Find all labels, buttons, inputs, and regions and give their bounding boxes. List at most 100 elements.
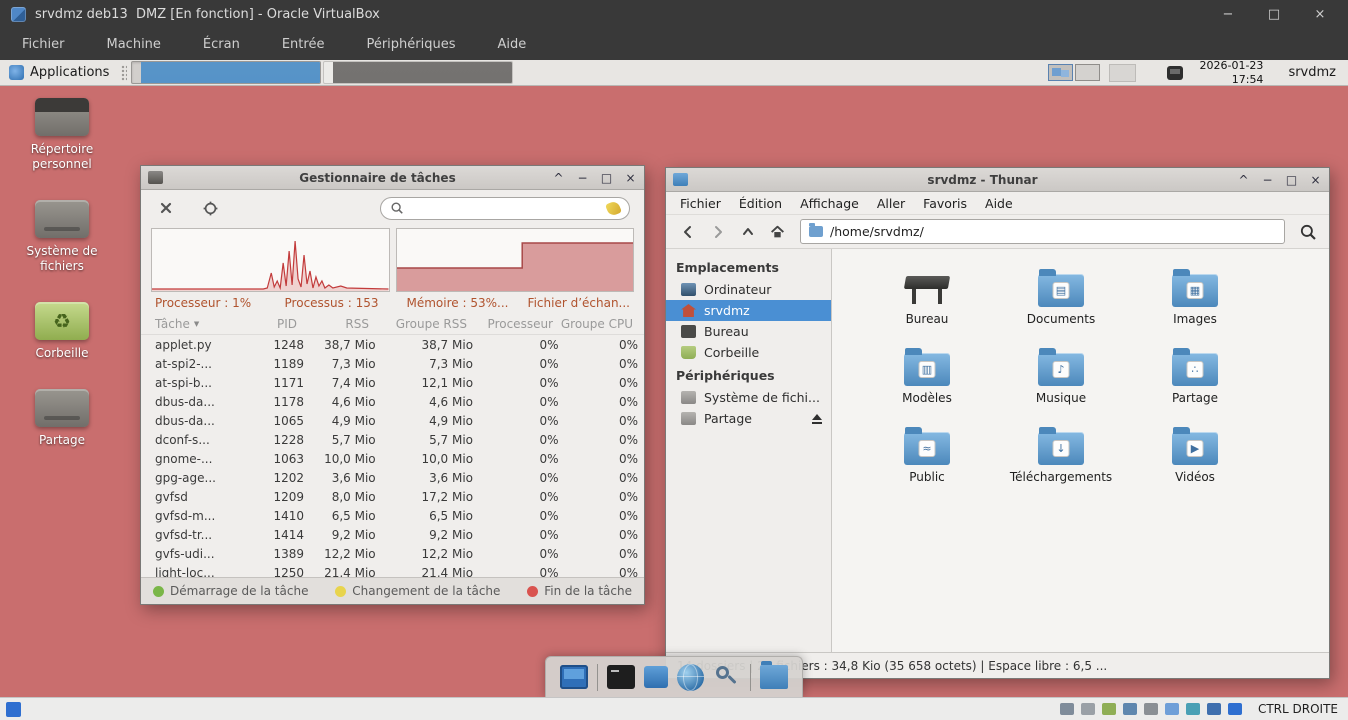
thunar-menu-item[interactable]: Affichage <box>792 194 867 213</box>
column-header[interactable]: Groupe RSS <box>369 317 467 331</box>
dock-separator[interactable] <box>750 664 751 691</box>
folder-item[interactable]: ∴ Partage <box>1128 340 1262 419</box>
sidebar-device-item[interactable]: Système de fichi... <box>666 387 831 408</box>
vbox-menu-item[interactable]: Écran <box>197 34 246 55</box>
vbox-menu-item[interactable]: Périphériques <box>360 34 461 55</box>
minimize-button[interactable]: − <box>1261 174 1274 186</box>
settings-icon[interactable] <box>644 666 668 688</box>
taskbar-window-button[interactable]: Gestionnaire de tâches <box>323 61 513 84</box>
vm-state-icon[interactable] <box>6 702 21 717</box>
column-header[interactable]: Groupe CPU <box>553 317 633 331</box>
applications-menu-button[interactable]: Applications <box>0 60 118 85</box>
search-input[interactable] <box>410 200 601 216</box>
thunar-titlebar[interactable]: srvdmz - Thunar ^ − □ × <box>666 168 1329 192</box>
folder-item[interactable]: ≈ Public <box>860 419 994 498</box>
shared-folders-status-icon[interactable] <box>1165 703 1179 715</box>
optical-status-icon[interactable] <box>1081 703 1095 715</box>
desktop-icon[interactable]: Système de fichiers <box>14 200 110 274</box>
tools-button[interactable] <box>155 197 177 219</box>
path-bar[interactable]: /home/srvdmz/ <box>800 219 1285 244</box>
show-desktop-icon[interactable] <box>560 665 588 689</box>
workspace-1[interactable] <box>1048 64 1073 81</box>
terminal-icon[interactable] <box>607 665 635 689</box>
minimize-button[interactable]: − <box>576 172 589 184</box>
folder-item[interactable]: ♪ Musique <box>994 340 1128 419</box>
forward-button[interactable] <box>704 219 731 244</box>
file-manager-icon[interactable] <box>760 665 788 689</box>
desktop-icon[interactable]: ♻ Corbeille <box>14 302 110 361</box>
sidebar-device-item[interactable]: Partage <box>666 408 831 429</box>
panel-clock[interactable]: 2026-01-23 17:54 <box>1200 60 1264 86</box>
system-tray-icon[interactable] <box>1167 66 1183 80</box>
web-browser-icon[interactable] <box>677 664 704 691</box>
workspace-2[interactable] <box>1075 64 1100 81</box>
vbox-menu-item[interactable]: Machine <box>101 34 167 55</box>
sidebar-place-item[interactable]: Bureau <box>666 321 831 342</box>
process-row[interactable]: gvfsd 1209 8,0 Mio 17,2 Mio 0% 0% <box>141 487 644 506</box>
sidebar-place-item[interactable]: Ordinateur <box>666 279 831 300</box>
folder-item[interactable]: ▤ Documents <box>994 261 1128 340</box>
close-button[interactable]: × <box>1309 174 1322 186</box>
identify-window-button[interactable] <box>199 197 221 219</box>
sidebar-place-item[interactable]: Corbeille <box>666 342 831 363</box>
recording-status-icon[interactable] <box>1207 703 1221 715</box>
column-header[interactable]: Tâche ▼ <box>147 317 243 331</box>
thunar-menu-item[interactable]: Édition <box>731 194 790 213</box>
column-header[interactable]: RSS <box>297 317 369 331</box>
desktop-icon[interactable]: Répertoire personnel <box>14 98 110 172</box>
thunar-menu-item[interactable]: Fichier <box>672 194 729 213</box>
process-row[interactable]: gvfsd-tr... 1414 9,2 Mio 9,2 Mio 0% 0% <box>141 525 644 544</box>
close-button[interactable]: × <box>624 172 637 184</box>
search-button[interactable] <box>1294 219 1321 244</box>
process-search-field[interactable] <box>380 197 630 220</box>
vbox-minimize-button[interactable]: − <box>1220 7 1236 22</box>
folder-item[interactable]: ▦ Images <box>1128 261 1262 340</box>
process-row[interactable]: dbus-da... 1065 4,9 Mio 4,9 Mio 0% 0% <box>141 411 644 430</box>
hdd-status-icon[interactable] <box>1060 703 1074 715</box>
vbox-menu-item[interactable]: Fichier <box>16 34 71 55</box>
process-row[interactable]: gvfs-udi... 1389 12,2 Mio 12,2 Mio 0% 0% <box>141 544 644 563</box>
vbox-maximize-button[interactable]: □ <box>1266 7 1282 22</box>
column-header[interactable]: PID <box>243 317 297 331</box>
folder-item[interactable]: ▥ Modèles <box>860 340 994 419</box>
up-button[interactable] <box>734 219 761 244</box>
vbox-menu-item[interactable]: Entrée <box>276 34 331 55</box>
folder-item[interactable]: ↓ Téléchargements <box>994 419 1128 498</box>
vbox-close-button[interactable]: × <box>1312 7 1328 22</box>
maximize-button[interactable]: □ <box>600 172 613 184</box>
process-row[interactable]: dbus-da... 1178 4,6 Mio 4,6 Mio 0% 0% <box>141 392 644 411</box>
taskbar-window-button[interactable]: srvdmz - Thunar <box>131 61 321 84</box>
process-row[interactable]: gnome-... 1063 10,0 Mio 10,0 Mio 0% 0% <box>141 449 644 468</box>
sidebar-place-item[interactable]: srvdmz <box>666 300 831 321</box>
shade-button[interactable]: ^ <box>1237 174 1250 186</box>
app-finder-icon[interactable] <box>713 665 741 689</box>
display-status-icon[interactable] <box>1186 703 1200 715</box>
file-view[interactable]: Bureau ▤ Documents <box>832 249 1329 652</box>
maximize-button[interactable]: □ <box>1285 174 1298 186</box>
thunar-menu-item[interactable]: Aller <box>869 194 913 213</box>
process-row[interactable]: at-spi-b... 1171 7,4 Mio 12,1 Mio 0% 0% <box>141 373 644 392</box>
process-row[interactable]: gvfsd-m... 1410 6,5 Mio 6,5 Mio 0% 0% <box>141 506 644 525</box>
audio-status-icon[interactable] <box>1102 703 1116 715</box>
process-row[interactable]: applet.py 1248 38,7 Mio 38,7 Mio 0% 0% <box>141 335 644 354</box>
back-button[interactable] <box>674 219 701 244</box>
process-row[interactable]: dconf-s... 1228 5,7 Mio 5,7 Mio 0% 0% <box>141 430 644 449</box>
eject-icon[interactable] <box>812 414 822 420</box>
thunar-menu-item[interactable]: Favoris <box>915 194 975 213</box>
home-button[interactable] <box>764 219 791 244</box>
process-row[interactable]: at-spi2-... 1189 7,3 Mio 7,3 Mio 0% 0% <box>141 354 644 373</box>
usb-status-icon[interactable] <box>1144 703 1158 715</box>
dock-separator[interactable] <box>597 664 598 691</box>
network-status-icon[interactable] <box>1123 703 1137 715</box>
folder-item[interactable]: ▶ Vidéos <box>1128 419 1262 498</box>
column-header[interactable]: Processeur <box>467 317 553 331</box>
task-manager-titlebar[interactable]: Gestionnaire de tâches ^ − □ × <box>141 166 644 190</box>
mouse-integration-status-icon[interactable] <box>1228 703 1242 715</box>
process-row[interactable]: gpg-age... 1202 3,6 Mio 3,6 Mio 0% 0% <box>141 468 644 487</box>
desktop-icon[interactable]: Partage <box>14 389 110 448</box>
thunar-menu-item[interactable]: Aide <box>977 194 1021 213</box>
user-actions-label[interactable]: srvdmz <box>1288 65 1340 80</box>
shade-button[interactable]: ^ <box>552 172 565 184</box>
vbox-menu-item[interactable]: Aide <box>492 34 533 55</box>
folder-item[interactable]: Bureau <box>860 261 994 340</box>
